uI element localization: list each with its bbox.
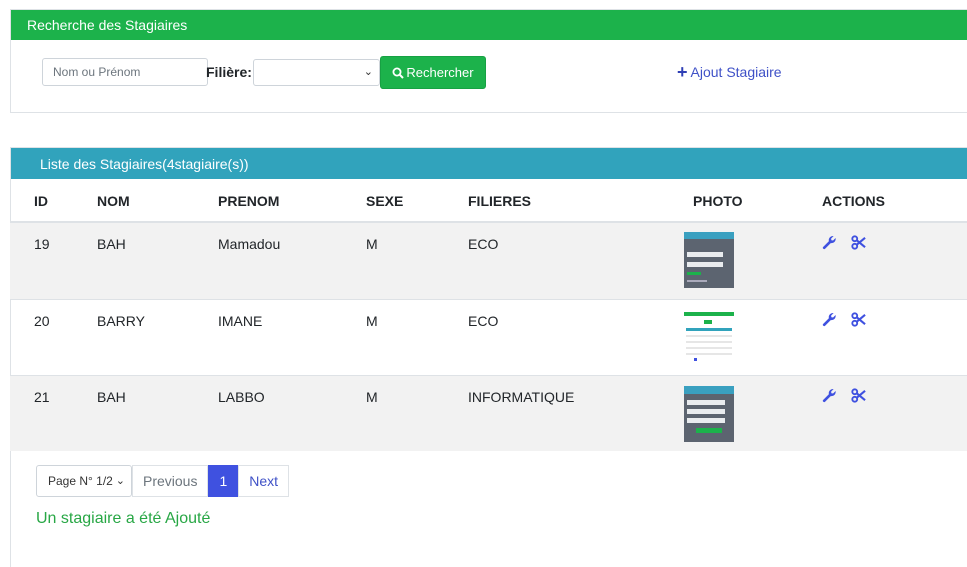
column-header-prenom: PRENOM <box>218 193 280 209</box>
stagiaire-photo[interactable] <box>684 310 734 366</box>
plus-icon: + <box>677 62 688 82</box>
search-button[interactable]: Rechercher <box>380 56 486 89</box>
delete-scissors-icon[interactable] <box>851 388 866 408</box>
previous-button[interactable]: Previous <box>132 465 209 497</box>
pagination: Page N° 1/2 ⌄ Previous 1 Next <box>36 465 290 497</box>
row-actions <box>822 312 866 332</box>
search-input[interactable] <box>42 58 208 86</box>
column-header-filieres: FILIERES <box>468 193 532 209</box>
cell-prenom: IMANE <box>218 313 263 329</box>
cell-prenom: Mamadou <box>218 236 281 252</box>
cell-id: 21 <box>34 389 50 405</box>
cell-nom: BAH <box>97 389 126 405</box>
row-divider <box>10 299 967 300</box>
column-header-nom: NOM <box>97 193 130 209</box>
cell-nom: BAH <box>97 236 126 252</box>
stagiaire-photo[interactable] <box>684 386 734 442</box>
column-header-actions: ACTIONS <box>822 193 885 209</box>
filiere-label: Filière: <box>206 64 252 80</box>
edit-wrench-icon[interactable] <box>822 388 837 408</box>
cell-prenom: LABBO <box>218 389 265 405</box>
add-stagiaire-label: Ajout Stagiaire <box>690 64 782 80</box>
page-1-button[interactable]: 1 <box>208 465 239 497</box>
list-panel-title: Liste des Stagiaires(4stagiaire(s)) <box>11 148 967 179</box>
edit-wrench-icon[interactable] <box>822 312 837 332</box>
next-button[interactable]: Next <box>238 465 290 497</box>
list-panel: Liste des Stagiaires(4stagiaire(s)) <box>10 147 967 567</box>
cell-sexe: M <box>366 313 378 329</box>
cell-nom: BARRY <box>97 313 145 329</box>
chevron-down-icon: ⌄ <box>363 66 373 78</box>
search-button-label: Rechercher <box>406 65 474 80</box>
cell-filiere: ECO <box>468 236 499 252</box>
chevron-down-icon: ⌄ <box>115 475 125 487</box>
column-header-id: ID <box>34 193 48 209</box>
column-header-photo: PHOTO <box>693 193 743 209</box>
cell-filiere: ECO <box>468 313 499 329</box>
search-panel-title: Recherche des Stagiaires <box>11 10 967 40</box>
stagiaire-photo[interactable] <box>684 232 734 288</box>
row-actions <box>822 388 866 408</box>
add-stagiaire-link[interactable]: + Ajout Stagiaire <box>677 62 782 82</box>
search-icon <box>392 67 405 79</box>
cell-id: 19 <box>34 236 50 252</box>
cell-sexe: M <box>366 236 378 252</box>
cell-filiere: INFORMATIQUE <box>468 389 575 405</box>
page-select-value: Page N° 1/2 <box>48 474 113 488</box>
cell-id: 20 <box>34 313 50 329</box>
filiere-select[interactable]: ⌄ <box>253 59 380 86</box>
row-actions <box>822 235 866 255</box>
column-header-sexe: SEXE <box>366 193 404 209</box>
edit-wrench-icon[interactable] <box>822 235 837 255</box>
success-message: Un stagiaire a été Ajouté <box>36 510 211 527</box>
delete-scissors-icon[interactable] <box>851 312 866 332</box>
page-select[interactable]: Page N° 1/2 ⌄ <box>36 465 132 497</box>
delete-scissors-icon[interactable] <box>851 235 866 255</box>
cell-sexe: M <box>366 389 378 405</box>
